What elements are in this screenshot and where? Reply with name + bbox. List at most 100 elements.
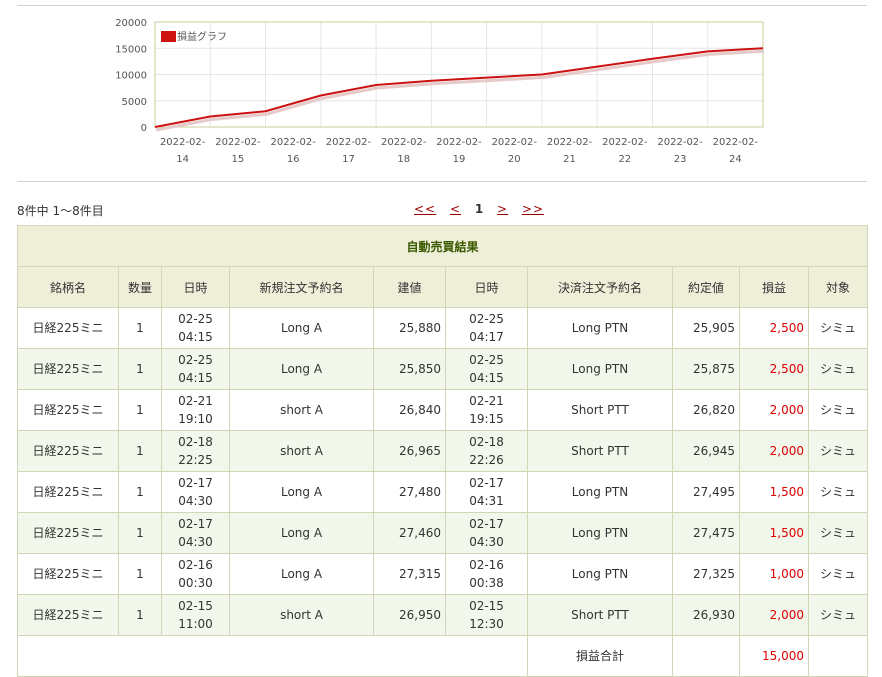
table-cell: Long PTN — [527, 348, 673, 390]
table-cell: 1 — [118, 430, 162, 472]
table-cell: 02-21 19:10 — [161, 389, 230, 431]
x-tick-label: 15 — [232, 154, 245, 165]
column-header: 数量 — [118, 266, 162, 308]
table-cell: 02-16 00:30 — [161, 553, 230, 595]
table-cell: 1 — [118, 348, 162, 390]
table-cell: 02-17 04:31 — [445, 471, 528, 513]
x-tick-label: 2022-02- — [326, 137, 372, 148]
x-tick-label: 2022-02- — [492, 137, 538, 148]
table-row: 日経225ミニ 1 02-25 04:15 Long A 25,880 02-25 04:17… — [17, 307, 869, 349]
x-tick-label: 2022-02- — [381, 137, 427, 148]
table-cell: 1,500 — [739, 471, 809, 513]
table-cell: 02-17 04:30 — [445, 512, 528, 554]
table-cell: 02-25 04:15 — [445, 348, 528, 390]
table-cell: 02-25 04:17 — [445, 307, 528, 349]
column-header: 決済注文予約名 — [527, 266, 673, 308]
table-cell: Long A — [229, 307, 374, 349]
table-title: 自動売買結果 — [16, 225, 869, 267]
table-cell: 日経225ミニ — [17, 471, 119, 513]
table-cell: 25,850 — [373, 348, 446, 390]
table-cell: シミュ — [807, 430, 869, 472]
table-cell: 1 — [118, 471, 162, 513]
y-tick-label: 0 — [141, 123, 147, 134]
table-cell: 2,500 — [739, 348, 809, 390]
table-cell: シミュ — [807, 389, 869, 431]
table-cell: 02-17 04:30 — [161, 512, 230, 554]
x-tick-label: 18 — [397, 154, 410, 165]
total-spacer — [17, 635, 528, 677]
table-cell: シミュ — [807, 594, 869, 636]
current-page: 1 — [474, 202, 484, 216]
x-tick-label: 19 — [453, 154, 466, 165]
table-cell: Short PTT — [527, 389, 673, 431]
x-tick-label: 17 — [342, 154, 355, 165]
table-cell: 26,930 — [672, 594, 740, 636]
last-page-link[interactable]: >> — [522, 202, 544, 216]
table-cell: シミュ — [807, 307, 869, 349]
table-cell: 1 — [118, 553, 162, 595]
table-cell: 27,315 — [373, 553, 446, 595]
table-row: 日経225ミニ 1 02-18 22:25 short A 26,965 02-18 22:2… — [17, 430, 869, 472]
first-page-link[interactable]: << — [414, 202, 436, 216]
table-cell: 02-15 11:00 — [161, 594, 230, 636]
x-tick-label: 2022-02- — [160, 137, 206, 148]
table-cell: Long A — [229, 512, 374, 554]
x-tick-label: 16 — [287, 154, 300, 165]
table-cell: 02-15 12:30 — [445, 594, 528, 636]
table-cell: 02-21 19:15 — [445, 389, 528, 431]
table-row: 日経225ミニ 1 02-25 04:15 Long A 25,850 02-25 04:15… — [17, 348, 869, 390]
chart-divider — [17, 181, 867, 182]
table-cell: 2,000 — [739, 389, 809, 431]
table-cell: Long PTN — [527, 553, 673, 595]
table-cell: 26,820 — [672, 389, 740, 431]
x-tick-label: 24 — [729, 154, 742, 165]
table-cell: 27,480 — [373, 471, 446, 513]
x-tick-label: 20 — [508, 154, 521, 165]
table-cell: シミュ — [807, 512, 869, 554]
table-cell: 日経225ミニ — [17, 430, 119, 472]
table-cell: 日経225ミニ — [17, 389, 119, 431]
x-tick-label: 2022-02- — [270, 137, 316, 148]
x-tick-label: 22 — [618, 154, 631, 165]
legend-label: 損益グラフ — [177, 30, 227, 43]
table-cell: 日経225ミニ — [17, 348, 119, 390]
column-header: 対象 — [807, 266, 869, 308]
column-header: 損益 — [739, 266, 809, 308]
total-row: 損益合計 15,000 — [17, 635, 869, 677]
next-page-link[interactable]: > — [497, 202, 508, 216]
y-tick-label: 10000 — [115, 71, 147, 82]
table-cell: Long PTN — [527, 512, 673, 554]
x-tick-label: 2022-02- — [547, 137, 593, 148]
table-cell: 25,875 — [672, 348, 740, 390]
table-row: 日経225ミニ 1 02-16 00:30 Long A 27,315 02-16 00:38… — [17, 553, 869, 595]
x-tick-label: 2022-02- — [215, 137, 261, 148]
table-cell: 25,905 — [672, 307, 740, 349]
y-tick-label: 20000 — [115, 18, 147, 29]
results-table: 自動売買結果 銘柄名 数量 日時 新規注文予約名 建値 日時 決済注文予約名 約定値 損益 対象 … — [16, 225, 869, 677]
table-cell: 02-16 00:38 — [445, 553, 528, 595]
y-tick-label: 15000 — [115, 44, 147, 55]
table-cell: short A — [229, 389, 374, 431]
table-cell: 27,460 — [373, 512, 446, 554]
table-cell: 1,000 — [739, 553, 809, 595]
table-cell: Long A — [229, 348, 374, 390]
table-cell: 2,500 — [739, 307, 809, 349]
column-header: 新規注文予約名 — [229, 266, 374, 308]
table-cell: 27,325 — [672, 553, 740, 595]
column-header: 日時 — [445, 266, 528, 308]
table-row: 日経225ミニ 1 02-15 11:00 short A 26,950 02-15 12:3… — [17, 594, 869, 636]
table-cell: Short PTT — [527, 430, 673, 472]
pagination: << < 1 > >> — [414, 202, 554, 216]
table-cell: 日経225ミニ — [17, 594, 119, 636]
column-header: 銘柄名 — [17, 266, 119, 308]
x-tick-label: 23 — [674, 154, 687, 165]
table-cell: シミュ — [807, 348, 869, 390]
result-count: 8件中 1〜8件目 — [17, 204, 104, 218]
prev-page-link[interactable]: < — [450, 202, 461, 216]
table-cell: 02-18 22:25 — [161, 430, 230, 472]
table-cell: Long A — [229, 471, 374, 513]
table-cell: シミュ — [807, 553, 869, 595]
x-tick-label: 14 — [176, 154, 189, 165]
table-cell: 26,945 — [672, 430, 740, 472]
table-cell: 26,950 — [373, 594, 446, 636]
